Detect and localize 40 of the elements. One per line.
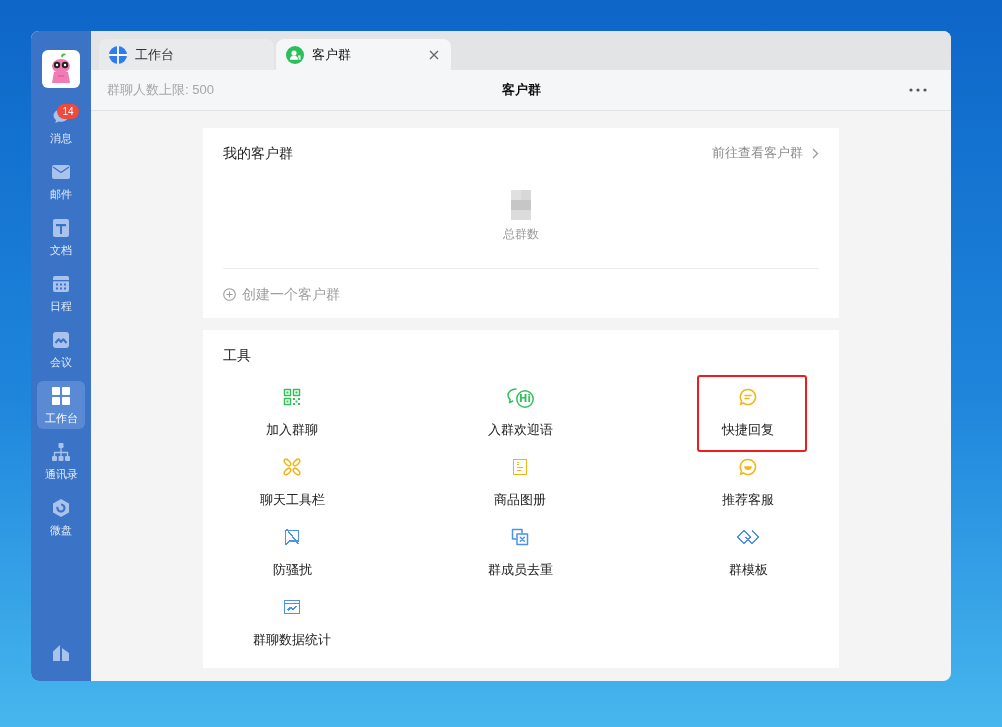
chevron-right-icon xyxy=(812,147,819,159)
grid-icon xyxy=(51,386,71,406)
sidebar-item[interactable]: 14 消息 xyxy=(37,101,85,149)
more-icon[interactable] xyxy=(909,88,927,92)
tool-item[interactable]: 快捷回复 xyxy=(693,378,803,448)
tool-item[interactable]: 群聊数据统计 xyxy=(237,588,347,658)
org-chart-icon xyxy=(51,442,71,462)
tool-item[interactable]: Hi 入群欢迎语 xyxy=(465,378,575,448)
card-title: 我的客户群 xyxy=(223,144,293,163)
tool-item[interactable]: 聊天工具栏 xyxy=(237,448,347,518)
close-icon[interactable] xyxy=(429,49,439,60)
tab[interactable]: 客户群 xyxy=(276,39,451,70)
view-groups-link[interactable]: 前往查看客户群 xyxy=(712,143,819,163)
mail-icon xyxy=(51,162,71,182)
tool-item[interactable]: 防骚扰 xyxy=(237,518,347,588)
blurred-number-placeholder xyxy=(511,190,531,220)
sidebar-item[interactable]: 会议 xyxy=(37,325,85,373)
mountain-tile-icon xyxy=(51,330,71,350)
sidebar-item[interactable]: 文档 xyxy=(37,213,85,261)
tool-item[interactable]: 群成员去重 xyxy=(465,518,575,588)
member-limit-text: 群聊人数上限: 500 xyxy=(107,81,214,100)
card-title: 工具 xyxy=(222,346,252,363)
tool-item[interactable]: 推荐客服 xyxy=(693,448,803,518)
page-title: 客户群 xyxy=(501,81,541,100)
sidebar-item[interactable]: 通讯录 xyxy=(37,437,85,485)
sidebar-item[interactable]: 邮件 xyxy=(37,157,85,205)
calendar-icon xyxy=(51,274,71,294)
document-icon xyxy=(51,218,71,238)
tool-item[interactable]: 商品图册 xyxy=(465,448,575,518)
tab[interactable]: 工作台 xyxy=(99,39,274,70)
sidebar-item[interactable]: 日程 xyxy=(37,269,85,317)
tool-item[interactable]: 群模板 xyxy=(693,518,803,588)
building-icon[interactable] xyxy=(51,642,71,662)
stat-label: 总群数 xyxy=(503,226,539,242)
hexagon-icon xyxy=(51,498,71,518)
plus-circle-icon xyxy=(223,287,236,301)
cartoon-avatar-icon[interactable] xyxy=(42,50,80,88)
tool-item[interactable]: 加入群聊 xyxy=(237,378,347,448)
sidebar-item[interactable]: 微盘 xyxy=(37,493,85,541)
unread-badge: 14 xyxy=(57,104,79,119)
